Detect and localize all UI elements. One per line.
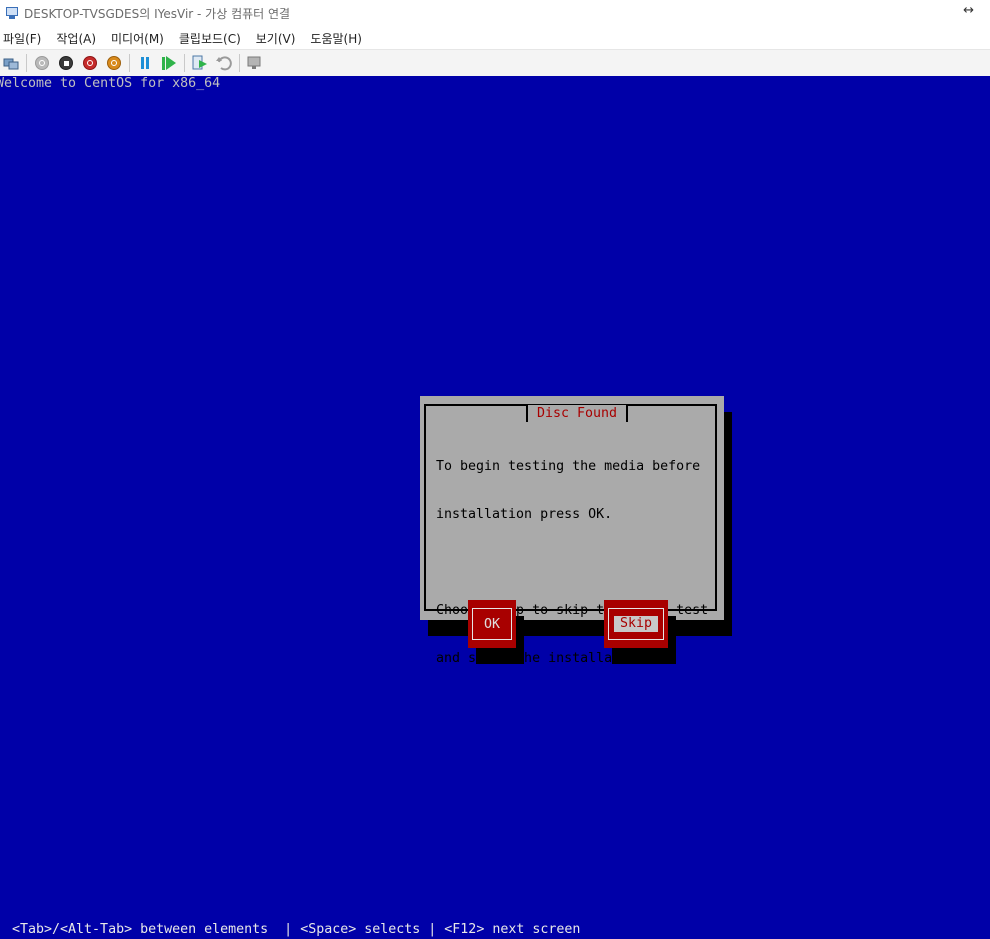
save-icon[interactable] [105, 54, 123, 72]
shutdown-icon[interactable] [81, 54, 99, 72]
pause-icon[interactable] [136, 54, 154, 72]
vm-console-screen[interactable]: Welcome to CentOS for x86_64 Disc Found … [0, 76, 990, 939]
dialog-line: installation press OK. [436, 507, 613, 522]
menu-media[interactable]: 미디어(M) [108, 30, 171, 47]
disc-found-dialog: Disc Found To begin testing the media be… [420, 396, 724, 666]
menu-file[interactable]: 파일(F) [0, 30, 48, 47]
ok-button[interactable]: OK [468, 600, 516, 648]
vm-connection-icon [5, 6, 19, 20]
toolbar-separator [129, 54, 130, 72]
window-title: DESKTOP-TVSGDES의 IYesVir - 가상 컴퓨터 연결 [24, 6, 291, 21]
menu-bar: 파일(F) 작업(A) 미디어(M) 클립보드(C) 보기(V) 도움말(H) [0, 28, 990, 48]
toolbar-separator [239, 54, 240, 72]
menu-action[interactable]: 작업(A) [53, 30, 103, 47]
ctrl-alt-del-icon[interactable] [2, 54, 20, 72]
start-icon[interactable] [33, 54, 51, 72]
skip-button-label: Skip [613, 616, 659, 632]
welcome-text: Welcome to CentOS for x86_64 [0, 76, 221, 91]
revert-icon[interactable] [215, 54, 233, 72]
menu-help[interactable]: 도움말(H) [307, 30, 369, 47]
dialog-title: Disc Found [526, 405, 629, 422]
skip-button[interactable]: Skip [604, 600, 668, 648]
enhanced-session-icon[interactable] [246, 54, 264, 72]
keyboard-hint-bar: <Tab>/<Alt-Tab> between elements | <Spac… [12, 922, 581, 937]
dialog-line: To begin testing the media before [436, 459, 701, 474]
ok-button-label: OK [483, 616, 500, 632]
menu-clipboard[interactable]: 클립보드(C) [176, 30, 248, 47]
resume-icon[interactable] [160, 54, 178, 72]
toolbar-separator [184, 54, 185, 72]
toolbar [0, 49, 990, 77]
title-bar: DESKTOP-TVSGDES의 IYesVir - 가상 컴퓨터 연결 ↔ [0, 0, 990, 26]
menu-view[interactable]: 보기(V) [253, 30, 303, 47]
toolbar-separator [26, 54, 27, 72]
checkpoint-icon[interactable] [191, 54, 209, 72]
turn-off-icon[interactable] [57, 54, 75, 72]
resize-icon[interactable]: ↔ [963, 3, 974, 18]
